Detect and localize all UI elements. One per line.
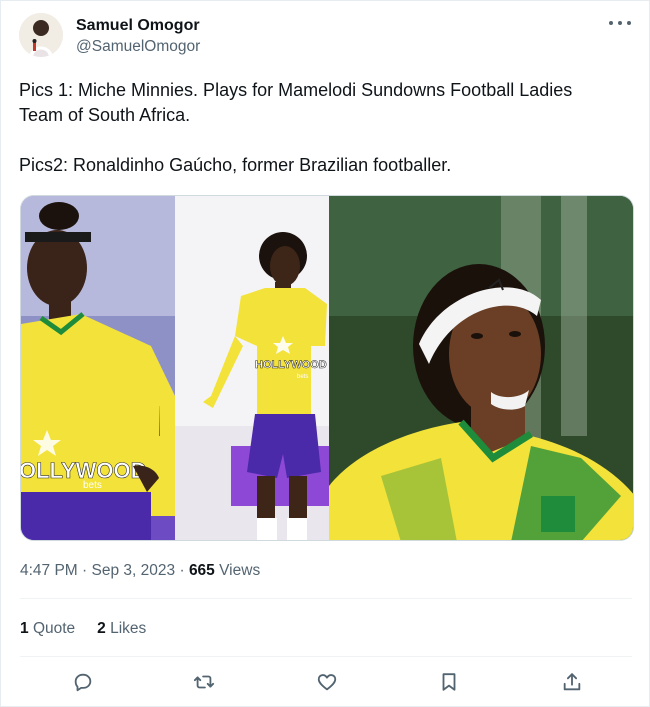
reply-button[interactable] <box>69 668 97 696</box>
quotes-stat[interactable]: 1 Quote <box>20 619 75 639</box>
jersey-sponsor-text-2: HOLLYWOOD <box>255 359 327 371</box>
quotes-count: 1 <box>20 620 29 637</box>
photo-3 <box>329 196 633 540</box>
likes-count: 2 <box>97 620 106 637</box>
jersey-sponsor-sub-2: bets <box>297 374 308 380</box>
tweet-date[interactable]: Sep 3, 2023 <box>92 562 176 579</box>
tweet-time[interactable]: 4:47 PM <box>20 562 78 579</box>
bookmark-icon <box>442 673 456 691</box>
author-handle[interactable]: @SamuelOmogor <box>76 37 200 57</box>
share-button[interactable] <box>558 668 586 696</box>
tweet-stats: 1 Quote 2 Likes <box>20 619 168 639</box>
views-label: Views <box>219 562 261 579</box>
jersey-sponsor-sub-1: bets <box>83 480 102 491</box>
retweet-icon <box>193 675 215 689</box>
quotes-label: Quote <box>32 620 76 637</box>
avatar[interactable] <box>19 13 63 57</box>
photo-1: OLLYWOOD bets <box>21 196 175 540</box>
tweet-meta: 4:47 PM · Sep 3, 2023 · 665 Views <box>20 561 260 581</box>
views-count: 665 <box>188 562 215 579</box>
retweet-button[interactable] <box>190 668 218 696</box>
tweet-card: Samuel Omogor @SamuelOmogor Pics 1: Mich… <box>0 0 650 707</box>
bookmark-button[interactable] <box>435 668 463 696</box>
author-display-name[interactable]: Samuel Omogor <box>76 16 200 36</box>
likes-label: Likes <box>110 620 147 637</box>
divider <box>20 598 632 599</box>
like-button[interactable] <box>313 668 341 696</box>
more-options-icon[interactable] <box>609 15 631 31</box>
heart-icon <box>317 674 337 691</box>
meta-separator: · <box>82 562 88 579</box>
photo-2: HOLLYWOOD bets <box>175 196 329 540</box>
divider <box>20 656 632 657</box>
tweet-header: Samuel Omogor @SamuelOmogor <box>19 13 200 57</box>
media-collage: OLLYWOOD bets HOLLYWOOD bets <box>21 196 633 540</box>
likes-stat[interactable]: 2 Likes <box>97 619 146 639</box>
tweet-text: Pics 1: Miche Minnies. Plays for Mamelod… <box>19 80 573 175</box>
reply-icon <box>74 673 92 692</box>
share-icon <box>563 673 581 691</box>
author-names: Samuel Omogor @SamuelOmogor <box>76 16 200 57</box>
meta-separator: · <box>179 562 185 579</box>
action-bar <box>1 668 650 698</box>
tweet-media[interactable]: OLLYWOOD bets HOLLYWOOD bets <box>20 195 634 541</box>
